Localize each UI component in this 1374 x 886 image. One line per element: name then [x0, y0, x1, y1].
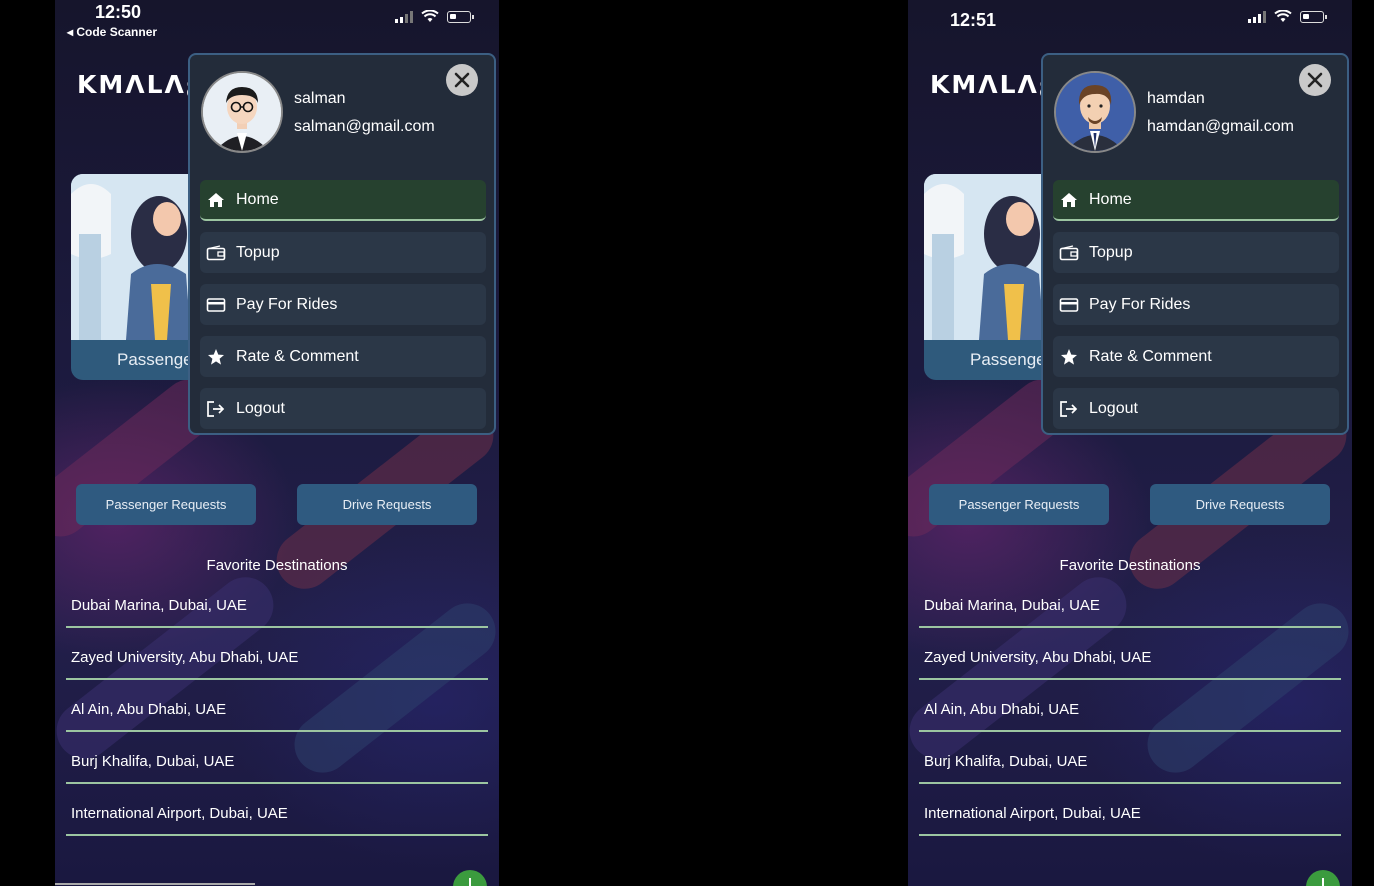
menu-item-label: Logout	[236, 399, 285, 417]
menu-item-label: Rate & Comment	[1089, 347, 1212, 365]
favorite-item[interactable]: Dubai Marina, Dubai, UAE	[919, 578, 1341, 628]
menu-item-label: Logout	[1089, 399, 1138, 417]
menu-item-label: Topup	[1089, 243, 1133, 261]
menu-item-label: Topup	[236, 243, 280, 261]
favorite-item[interactable]: Zayed University, Abu Dhabi, UAE	[919, 630, 1341, 680]
favorite-item[interactable]: Al Ain, Abu Dhabi, UAE	[919, 682, 1341, 732]
passenger-card-label: Passenger	[970, 350, 1052, 369]
wallet-icon	[1058, 242, 1080, 264]
wifi-icon	[1274, 10, 1292, 22]
close-icon	[1307, 72, 1323, 88]
logout-icon	[1058, 398, 1080, 420]
star-icon	[1058, 346, 1080, 368]
favorites-title: Favorite Destinations	[1059, 557, 1201, 574]
favorites-title: Favorite Destinations	[206, 557, 348, 574]
side-drawer: salman salman@gmail.com Home Topup Pay F…	[188, 53, 496, 435]
menu-item-label: Pay For Rides	[1089, 295, 1191, 313]
close-icon	[454, 72, 470, 88]
favorite-item[interactable]: Burj Khalifa, Dubai, UAE	[919, 734, 1341, 784]
favorite-item[interactable]: Dubai Marina, Dubai, UAE	[66, 578, 488, 628]
credit-card-icon	[205, 294, 227, 316]
status-icons	[395, 10, 474, 23]
app-logo: KMɅLɅꜫ	[930, 70, 1055, 99]
menu-item-logout[interactable]: Logout	[1053, 388, 1339, 429]
close-button[interactable]	[446, 64, 478, 96]
phone-screen-2: 12:51 KMɅLɅꜫ Passenger Passenger Request…	[908, 0, 1352, 886]
home-indicator	[55, 883, 255, 885]
favorite-item[interactable]: Burj Khalifa, Dubai, UAE	[66, 734, 488, 784]
menu-item-rate-comment[interactable]: Rate & Comment	[1053, 336, 1339, 377]
battery-icon	[1300, 10, 1327, 23]
menu-item-topup[interactable]: Topup	[1053, 232, 1339, 273]
home-icon	[1058, 189, 1080, 211]
close-button[interactable]	[1299, 64, 1331, 96]
menu-item-pay-for-rides[interactable]: Pay For Rides	[200, 284, 486, 325]
favorite-item[interactable]: Zayed University, Abu Dhabi, UAE	[66, 630, 488, 680]
user-name: salman	[294, 90, 346, 107]
user-email: salman@gmail.com	[294, 118, 435, 135]
side-drawer: hamdan hamdan@gmail.com Home Topup Pay F…	[1041, 53, 1349, 435]
menu-item-home[interactable]: Home	[1053, 180, 1339, 221]
user-name: hamdan	[1147, 90, 1205, 107]
avatar	[1054, 71, 1136, 153]
menu-item-topup[interactable]: Topup	[200, 232, 486, 273]
logout-icon	[205, 398, 227, 420]
credit-card-icon	[1058, 294, 1080, 316]
wallet-icon	[205, 242, 227, 264]
drive-requests-button[interactable]: Drive Requests	[1150, 484, 1330, 525]
phone-screen-1: 12:50 ◂ Code Scanner KMɅLɅꜫ Passenger Pa…	[55, 0, 499, 886]
user-email: hamdan@gmail.com	[1147, 118, 1294, 135]
passenger-requests-button[interactable]: Passenger Requests	[929, 484, 1109, 525]
passenger-card-label: Passenger	[117, 350, 199, 369]
add-button[interactable]	[453, 870, 487, 886]
status-time: 12:50	[95, 2, 142, 22]
menu-item-logout[interactable]: Logout	[200, 388, 486, 429]
menu-item-label: Pay For Rides	[236, 295, 338, 313]
menu-item-label: Home	[236, 190, 279, 208]
favorite-item[interactable]: International Airport, Dubai, UAE	[919, 786, 1341, 836]
favorite-item[interactable]: International Airport, Dubai, UAE	[66, 786, 488, 836]
app-logo: KMɅLɅꜫ	[77, 70, 202, 99]
status-icons	[1248, 10, 1327, 23]
menu-item-label: Home	[1089, 190, 1132, 208]
menu-item-pay-for-rides[interactable]: Pay For Rides	[1053, 284, 1339, 325]
battery-icon	[447, 10, 474, 23]
home-icon	[205, 189, 227, 211]
back-to-app-link[interactable]: ◂ Code Scanner	[67, 25, 157, 39]
avatar	[201, 71, 283, 153]
drive-requests-button[interactable]: Drive Requests	[297, 484, 477, 525]
menu-item-home[interactable]: Home	[200, 180, 486, 221]
status-time: 12:51	[950, 10, 997, 30]
favorite-item[interactable]: Al Ain, Abu Dhabi, UAE	[66, 682, 488, 732]
add-button[interactable]	[1306, 870, 1340, 886]
star-icon	[205, 346, 227, 368]
passenger-requests-button[interactable]: Passenger Requests	[76, 484, 256, 525]
menu-item-label: Rate & Comment	[236, 347, 359, 365]
wifi-icon	[421, 10, 439, 22]
signal-icon	[1248, 10, 1266, 23]
menu-item-rate-comment[interactable]: Rate & Comment	[200, 336, 486, 377]
signal-icon	[395, 10, 413, 23]
